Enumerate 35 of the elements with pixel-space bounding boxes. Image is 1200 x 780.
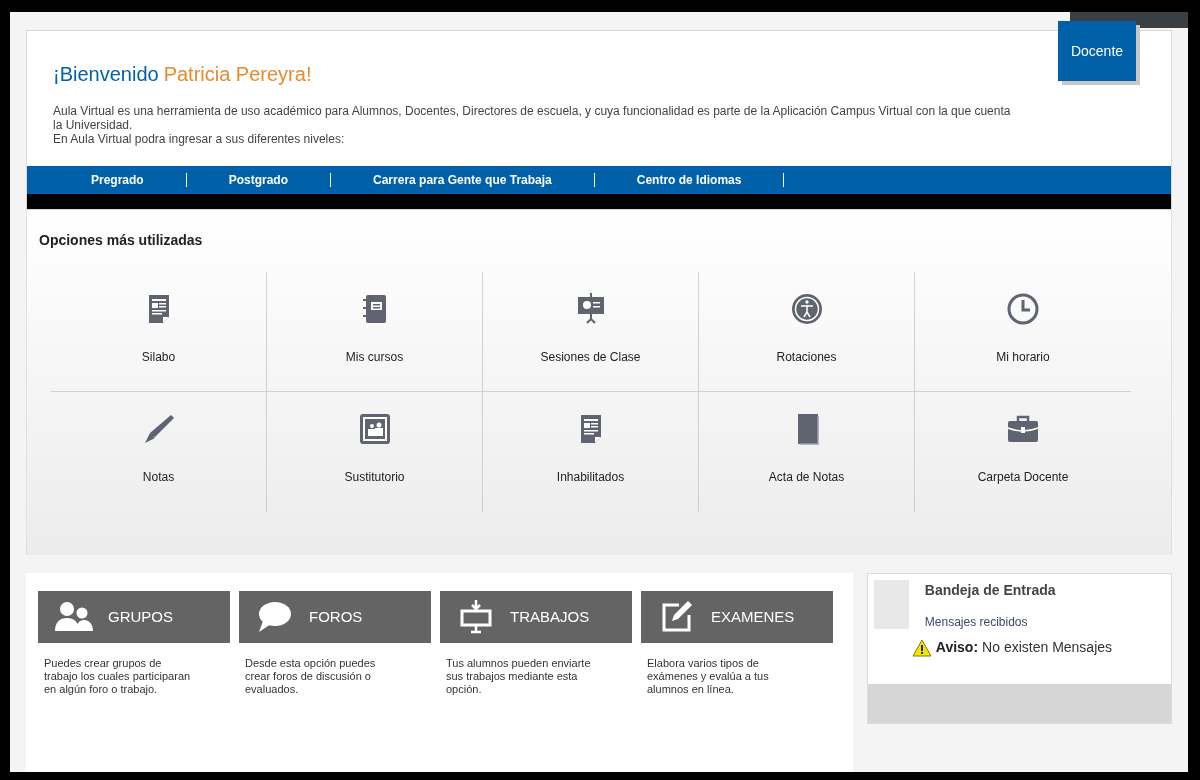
option-tile[interactable]: Sustitutorio [267, 392, 483, 512]
feature-description: Desde esta opción puedes crear foros de discusión o evaluados. [244, 657, 377, 696]
inbox-subtitle: Mensajes recibidos [924, 614, 1029, 631]
intro-text: Aula Virtual es una herramienta de uso académico para Alumnos, Docentes, Directores de escuela, y cuya funcionalidad es parte de la Aplicación Campus Virtual con la que cuenta la Universidad. [53, 104, 1012, 132]
option-tile[interactable]: Notas [51, 392, 267, 512]
feature-header[interactable]: FOROS [239, 591, 431, 643]
option-tile[interactable]: Mis cursos [267, 272, 483, 392]
feature-description: Tus alumnos pueden enviarte sus trabajos mediante esta opción. [445, 657, 592, 696]
notice-label: Aviso: [935, 638, 979, 657]
option-tile[interactable]: Rotaciones [699, 272, 915, 392]
option-tile[interactable]: Carpeta Docente [915, 392, 1131, 512]
welcome-text: ¡Bienvenido [53, 64, 159, 84]
option-tile[interactable]: Acta de Notas [699, 392, 915, 512]
feature-description: Elabora varios tipos de exámenes y evalúa a tus alumnos en línea. [646, 657, 770, 696]
feature-description: Puedes crear grupos de trabajo los cuales participaran en algún foro o trabajo. [43, 657, 192, 696]
option-tile[interactable]: Silabo [51, 272, 267, 392]
feature-header[interactable]: TRABAJOS [440, 591, 632, 643]
feature-header[interactable]: EXAMENES [641, 591, 833, 643]
inbox-title: Bandeja de Entrada [924, 581, 1056, 600]
option-tile[interactable]: Inhabilitados [483, 392, 699, 512]
notice-text: No existen Mensajes [982, 638, 1113, 657]
option-tile[interactable]: Sesiones de Clase [483, 272, 699, 392]
section-title: Opciones más utilizadas [38, 231, 204, 250]
level-link[interactable]: Centro de Idiomas [620, 171, 758, 189]
option-tile[interactable]: Mi horario [915, 272, 1131, 392]
clock-icon [1006, 292, 1040, 326]
intro-text: En Aula Virtual podra ingresar a sus diferentes niveles: [53, 132, 346, 146]
warning-icon [911, 638, 932, 657]
level-link[interactable]: Postgrado [212, 171, 305, 189]
level-link[interactable]: Pregrado [75, 171, 160, 189]
accessibility-icon [789, 292, 824, 326]
level-link[interactable]: Carrera para Gente que Trabaja [357, 171, 568, 189]
feature-header[interactable]: GRUPOS [38, 591, 230, 643]
user-name: Patricia Pereyra! [163, 64, 312, 84]
group-picture-icon [357, 412, 392, 446]
